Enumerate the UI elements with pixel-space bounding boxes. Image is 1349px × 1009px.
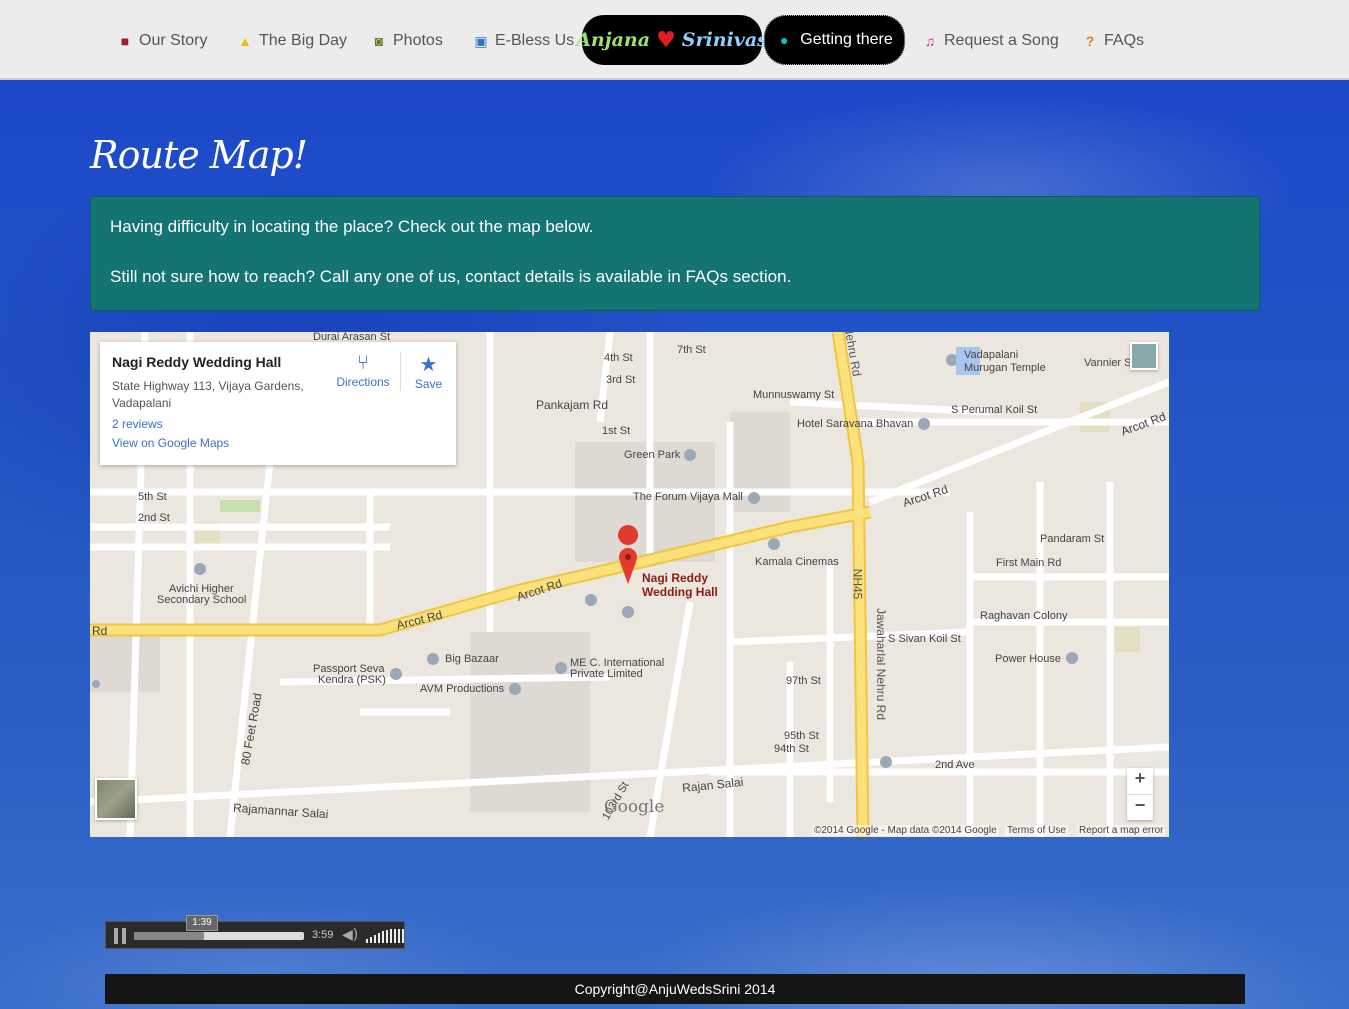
satellite-toggle[interactable] — [95, 778, 137, 820]
map-label: 2nd St — [138, 512, 170, 524]
nav-getting-there[interactable]: ● Getting there — [764, 15, 905, 65]
map-label: 95th St — [784, 730, 819, 742]
map-label: S Sivan Koil St — [888, 633, 961, 645]
nav-label: Our Story — [139, 32, 208, 49]
map-label: S Perumal Koil St — [951, 404, 1038, 416]
book-icon: ■ — [120, 33, 130, 49]
map-label: 2nd Ave — [935, 759, 975, 771]
map-label: 1st St — [602, 425, 631, 437]
page-title: Route Map! — [90, 133, 308, 177]
music-icon: ♫ — [924, 33, 936, 49]
duration: 3:59 — [312, 929, 334, 941]
map-copyright: ©2014 Google - Map data ©2014 Google — [812, 825, 999, 836]
reviews-link[interactable]: 2 reviews — [112, 417, 444, 431]
zoom-in-button[interactable]: + — [1127, 768, 1153, 794]
map-label: Raghavan Colony — [980, 610, 1068, 622]
heart-icon: ♥ — [656, 27, 676, 53]
save-button[interactable]: ★ Save — [400, 352, 456, 391]
zoom-control: + − — [1127, 768, 1153, 820]
view-on-google-maps-link[interactable]: View on Google Maps — [112, 436, 444, 450]
map-label: AVM Productions — [420, 683, 505, 695]
gift-icon: ▣ — [474, 33, 488, 49]
pause-icon[interactable] — [114, 928, 126, 944]
place-address: State Highway 113, Vijaya Gardens, Vadap… — [112, 379, 304, 410]
map-label: Vadapalani — [964, 349, 1019, 361]
current-time-tooltip: 1:39 — [186, 915, 218, 931]
google-map[interactable]: Durai Arasan St 7th St 4th St 3rd St Pan… — [90, 332, 1169, 837]
audio-player: 3:59 ◀) — [105, 921, 405, 949]
notice-line: Having difficulty in locating the place?… — [110, 217, 594, 236]
street-view-pegman-icon[interactable] — [1130, 342, 1158, 370]
seek-bar-progress — [134, 932, 204, 940]
site-footer: Copyright@AnjuWedsSrini 2014 — [105, 974, 1245, 1004]
map-label: 4th St — [604, 352, 633, 364]
nav-label: Photos — [393, 32, 443, 49]
brand-logo[interactable]: Anjana ♥ Srinivas — [576, 15, 768, 65]
brand-first-name: Anjana — [576, 29, 651, 51]
report-map-error-link[interactable]: Report a map error — [1077, 825, 1166, 836]
copyright-text: Copyright@AnjuWedsSrini 2014 — [574, 981, 776, 997]
map-label: Vannier S — [1084, 357, 1132, 369]
map-label: Green Park — [624, 449, 681, 461]
terms-of-use-link[interactable]: Terms of Use — [1005, 825, 1068, 836]
nav-label: The Big Day — [259, 32, 348, 49]
map-label: Secondary School — [157, 594, 247, 606]
map-label: First Main Rd — [996, 557, 1062, 569]
map-label: Kendra (PSK) — [318, 674, 386, 686]
nav-photos[interactable]: ◙ Photos — [371, 28, 443, 54]
place-info-card: Nagi Reddy Wedding Hall State Highway 11… — [100, 342, 456, 465]
nav-the-big-day[interactable]: ▲ The Big Day — [237, 28, 347, 54]
seek-bar[interactable] — [134, 932, 304, 940]
star-icon: ★ — [419, 354, 438, 376]
notice-line: Still not sure how to reach? Call any on… — [110, 267, 792, 286]
directions-icon: ⑂ — [357, 352, 369, 374]
map-label: Murugan Temple — [964, 362, 1046, 374]
brand-second-name: Srinivas — [681, 29, 768, 51]
marker-label: Wedding Hall — [642, 585, 718, 599]
map-label: Munnuswamy St — [753, 389, 835, 401]
nav-our-story[interactable]: ■ Our Story — [117, 28, 208, 54]
nav-label: E-Bless Us — [495, 32, 575, 49]
map-label: Big Bazaar — [445, 653, 499, 665]
volume-slider[interactable] — [366, 929, 404, 943]
nav-request-a-song[interactable]: ♫ Request a Song — [922, 28, 1059, 54]
map-label: 5th St — [138, 491, 167, 503]
map-label: 97th St — [786, 675, 821, 687]
map-label: 3rd St — [606, 374, 636, 386]
google-logo: Google — [604, 797, 665, 817]
map-label: 7th St — [677, 344, 706, 356]
map-label: Pankajam Rd — [536, 398, 609, 412]
nav-label: Getting there — [800, 31, 893, 48]
nav-faqs[interactable]: ? FAQs — [1082, 28, 1144, 54]
save-label: Save — [414, 377, 443, 391]
nav-e-bless-us[interactable]: ▣ E-Bless Us — [473, 28, 574, 54]
nav-label: FAQs — [1104, 32, 1145, 49]
info-notice: Having difficulty in locating the place?… — [90, 196, 1260, 311]
map-label: Kamala Cinemas — [755, 556, 839, 568]
camera-icon: ◙ — [374, 33, 384, 49]
marker-label: Nagi Reddy — [642, 571, 709, 585]
nav-label: Request a Song — [944, 32, 1059, 49]
bell-icon: ▲ — [238, 33, 252, 49]
map-label: 94th St — [774, 743, 809, 755]
map-label: The Forum Vijaya Mall — [633, 491, 743, 503]
directions-label: Directions — [336, 375, 390, 389]
map-label: Hotel Saravana Bhavan — [797, 418, 914, 430]
map-label: Power House — [995, 653, 1062, 665]
map-label: NH45 — [850, 568, 865, 600]
volume-icon[interactable]: ◀) — [342, 927, 358, 943]
directions-button[interactable]: ⑂ Directions — [328, 352, 398, 389]
top-navigation: ■ Our Story ▲ The Big Day ◙ Photos ▣ E-B… — [0, 0, 1349, 80]
question-icon: ? — [1085, 33, 1095, 49]
map-label: Jawaharlal Nehru Rd — [874, 607, 889, 721]
map-label: Private Limited — [570, 668, 643, 680]
zoom-out-button[interactable]: − — [1127, 794, 1153, 820]
map-label: Rd — [92, 624, 108, 638]
map-marker-icon: ● — [780, 32, 789, 48]
map-label: Pandaram St — [1040, 533, 1105, 545]
